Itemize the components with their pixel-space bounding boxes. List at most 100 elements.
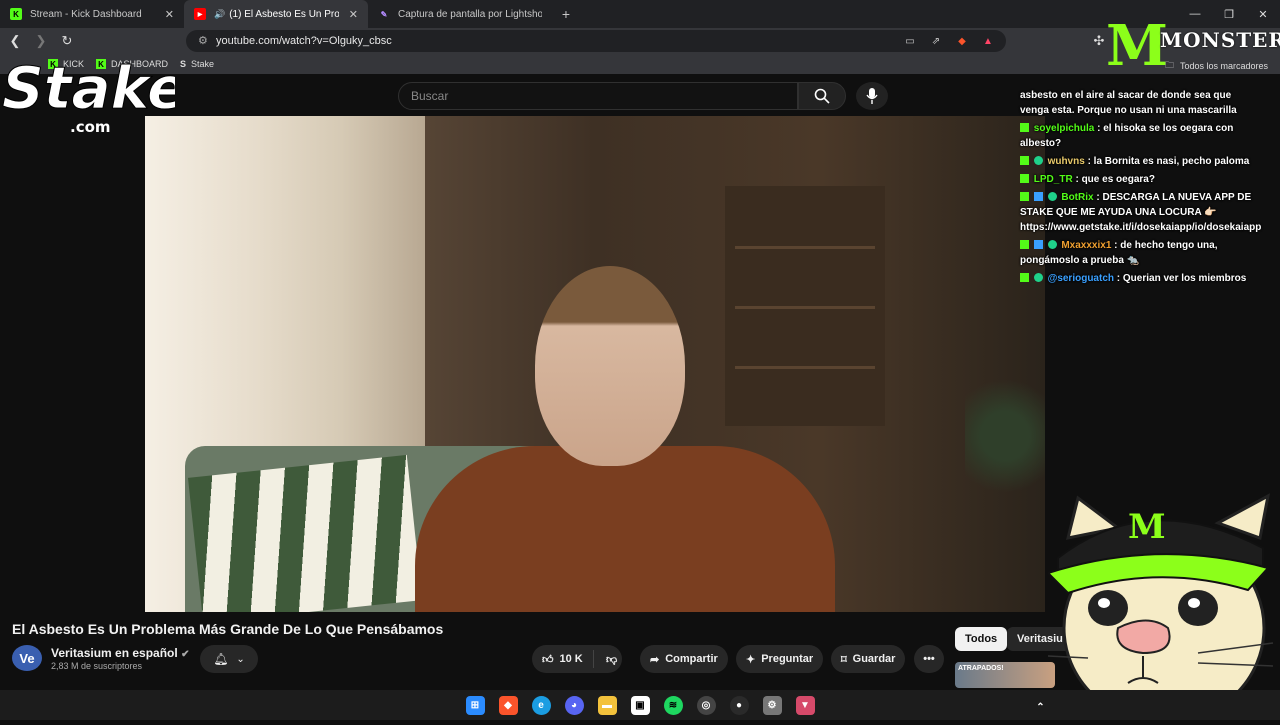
tray-chevron-icon[interactable]: ⌃ <box>1031 698 1050 717</box>
video-player[interactable] <box>145 116 1045 612</box>
url-text: youtube.com/watch?v=Olguky_cbsc <box>216 35 392 47</box>
kick-badge-icon <box>1020 156 1029 165</box>
thumbs-down-icon: 👎︎ <box>606 653 618 666</box>
search-button[interactable] <box>798 82 846 110</box>
discord-icon[interactable]: ◕ <box>564 695 584 715</box>
chat-text: : la Bornita es nasi, pecho paloma <box>1087 156 1250 167</box>
chip-todos[interactable]: Todos <box>955 627 1008 651</box>
file-explorer-icon[interactable]: ▬ <box>597 695 617 715</box>
kick-badge-icon <box>1020 240 1029 249</box>
microphone-icon <box>866 88 878 104</box>
bookmarks-bar: K KICK K DASHBOARD S Stake 🗀 Todos los m… <box>0 54 1280 74</box>
search-input[interactable]: Buscar <box>398 82 798 110</box>
ask-button[interactable]: ✦ Preguntar <box>736 645 824 673</box>
spotify-icon[interactable]: ≋ <box>663 695 683 715</box>
chat-text: : que es oegara? <box>1075 174 1155 185</box>
bookmark-label: Stake <box>191 59 215 69</box>
dislike-button[interactable]: 👎︎ <box>602 645 632 673</box>
brave-shield-icon[interactable]: ◆ <box>954 33 970 49</box>
save-button[interactable]: ⌑ Guardar <box>831 645 906 673</box>
tab-youtube-video[interactable]: ▶ 🔊 (1) El Asbesto Es Un Problema ✕ <box>184 0 368 28</box>
reload-icon[interactable]: ↻ <box>56 30 78 52</box>
chat-message: soyelpichula : el hisoka se los oegara c… <box>1020 121 1260 151</box>
thumbnail-text: ATRAPADOS! <box>958 665 1004 672</box>
new-tab-button[interactable]: + <box>552 0 580 28</box>
chat-message: wuhvns : la Bornita es nasi, pecho palom… <box>1020 154 1260 169</box>
chat-text: : Querian ver los miembros <box>1116 273 1247 284</box>
cat-hat-logo: M <box>1128 507 1166 547</box>
video-frame-bookshelf <box>725 186 885 426</box>
monster-wordmark: MONSTER <box>1160 28 1280 52</box>
notification-bell-button[interactable]: 🔔︎ ⌄ <box>200 645 258 673</box>
back-icon[interactable]: ❮ <box>4 30 26 52</box>
tab-label: (1) El Asbesto Es Un Problema <box>229 8 340 20</box>
save-label: Guardar <box>852 653 896 665</box>
chat-username: @serioguatch <box>1047 273 1114 284</box>
chat-message: BotRix : DESCARGA LA NUEVA APP DE STAKE … <box>1020 190 1261 235</box>
settings-gear-icon[interactable]: ⚙ <box>762 695 782 715</box>
chevron-down-icon: ⌄ <box>236 653 245 665</box>
sparkle-badge-icon <box>1033 156 1043 165</box>
more-icon: ••• <box>923 653 935 665</box>
chat-username: soyelpichula <box>1033 123 1095 134</box>
tab-lightshot[interactable]: ✎ Captura de pantalla por Lightshot <box>368 0 552 28</box>
share-label: Compartir <box>665 653 718 665</box>
more-actions-button[interactable]: ••• <box>914 645 944 673</box>
chat-username: wuhvns <box>1047 156 1085 167</box>
related-video-thumbnail[interactable]: ATRAPADOS! <box>955 662 1055 688</box>
forward-icon[interactable]: ❯ <box>30 30 52 52</box>
bookmark-stake[interactable]: S Stake <box>180 59 214 69</box>
edge-browser-icon[interactable]: e <box>531 695 551 715</box>
chat-text: asbesto en el aire al sacar de donde sea… <box>1020 90 1237 116</box>
tab-label: Stream - Kick Dashboard <box>30 8 142 20</box>
video-frame-person-sweater <box>415 446 835 612</box>
video-frame-plant <box>965 366 1045 506</box>
url-field[interactable]: ⚙ youtube.com/watch?v=Olguky_cbsc ▭ ⇗ ◆ … <box>186 30 1006 52</box>
channel-name: Veritasium en español <box>51 646 178 660</box>
close-tab-icon[interactable]: ✕ <box>165 8 174 21</box>
like-count: 10 K <box>559 653 583 665</box>
windows-start-icon[interactable]: ⊞ <box>465 695 485 715</box>
app-icon[interactable]: ▼ <box>795 695 815 715</box>
stake-logo-overlay: Stake .com <box>0 50 187 140</box>
address-bar-row: ❮ ❯ ↻ ⚙ youtube.com/watch?v=Olguky_cbsc … <box>0 28 1280 54</box>
brave-rewards-icon[interactable]: ▲ <box>980 33 996 49</box>
search-placeholder: Buscar <box>411 89 449 103</box>
chat-message: LPD_TR : que es oegara? <box>1020 172 1260 187</box>
kick-chat-overlay: asbesto en el aire al sacar de donde sea… <box>1020 88 1261 338</box>
stake-wordmark: Stake <box>2 54 175 122</box>
channel-avatar[interactable]: Ve <box>12 645 42 671</box>
brave-browser-icon[interactable]: ◆ <box>498 695 518 715</box>
youtube-icon: ▶ <box>194 8 206 20</box>
share-icon: ➦ <box>650 653 660 666</box>
tab-label: Captura de pantalla por Lightshot <box>398 8 542 20</box>
close-tab-icon[interactable]: ✕ <box>349 8 358 21</box>
like-divider <box>592 650 594 668</box>
channel-name-link[interactable]: Veritasium en español ✔ <box>51 646 189 660</box>
voice-search-button[interactable] <box>856 82 888 110</box>
bell-icon: 🔔︎ <box>213 652 229 666</box>
kick-icon: K <box>10 8 22 20</box>
site-settings-icon[interactable]: ⚙ <box>198 34 208 47</box>
thumbs-up-icon: 👍︎ <box>542 653 554 666</box>
sparkle-badge-icon <box>1047 240 1057 249</box>
cat-mascot-overlay: M <box>1046 478 1280 725</box>
diamond-badge-icon <box>1033 240 1043 249</box>
obs-icon[interactable]: ◎ <box>696 695 716 715</box>
chat-message: @serioguatch : Querian ver los miembros <box>1020 271 1260 286</box>
tab-kick-dashboard[interactable]: K Stream - Kick Dashboard ✕ <box>0 0 184 28</box>
verified-badge-icon <box>1047 192 1057 201</box>
share-button[interactable]: ➦ Compartir <box>640 645 728 673</box>
cast-icon[interactable]: ▭ <box>902 33 918 49</box>
app-icon[interactable]: ▣ <box>630 695 650 715</box>
chat-username: BotRix <box>1061 192 1094 203</box>
chat-message: asbesto en el aire al sacar de donde sea… <box>1020 88 1260 118</box>
video-title: El Asbesto Es Un Problema Más Grande De … <box>12 621 444 637</box>
bookmark-icon: ⌑ <box>841 653 847 666</box>
video-frame-blanket <box>187 454 423 612</box>
share-icon[interactable]: ⇗ <box>928 33 944 49</box>
subscriber-count: 2,83 M de suscriptores <box>51 661 143 671</box>
app-icon[interactable]: ● <box>729 695 749 715</box>
browser-tab-bar: K Stream - Kick Dashboard ✕ ▶ 🔊 (1) El A… <box>0 0 1280 28</box>
chat-username: LPD_TR <box>1033 174 1073 185</box>
